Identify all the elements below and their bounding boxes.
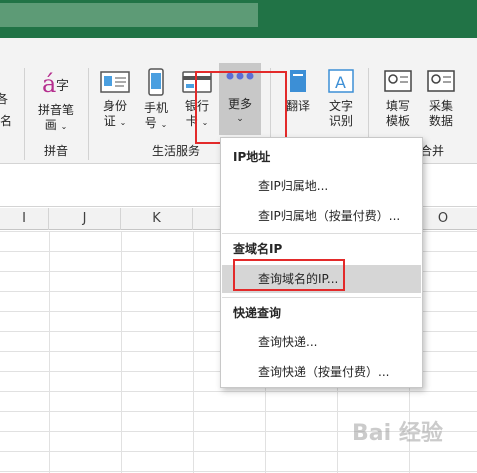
id-label-2: 证: [103, 114, 116, 128]
pinyin-label-1: 拼音笔: [37, 103, 74, 117]
translate-icon: [290, 70, 306, 92]
mobile-phone-icon: [148, 68, 164, 96]
id-label-1: 身份: [102, 99, 127, 113]
phone-label-1: 手机: [143, 101, 168, 115]
menu-item-ip-lookup[interactable]: 查IP归属地...: [222, 172, 421, 200]
watermark-logo: Bai 经验: [352, 421, 443, 446]
menu-separator: [222, 233, 421, 234]
id-card-icon: [100, 71, 130, 93]
section-ip-header: IP地址: [233, 150, 271, 164]
group-label-merge: 合并: [420, 144, 445, 158]
ocr-label-2: 识别: [328, 114, 353, 128]
template-label-1: 填写: [385, 99, 410, 113]
collect-label-2: 数据: [428, 114, 453, 128]
phone-button[interactable]: 手机 号 ⌄: [138, 68, 174, 132]
menu-item-express[interactable]: 查询快递...: [222, 328, 421, 356]
translate-label: 翻译: [285, 99, 310, 113]
id-card-button[interactable]: 身份 证 ⌄: [96, 68, 134, 130]
ocr-label-1: 文字: [328, 99, 353, 113]
annotation-box-domain: [233, 259, 345, 291]
template-icon: [384, 70, 412, 92]
text-recognition-icon: A: [328, 69, 354, 93]
fill-template-button[interactable]: 填写 模板: [378, 68, 418, 129]
collect-label-1: 采集: [428, 99, 453, 113]
group-label-life: 生活服务: [152, 144, 201, 158]
column-header[interactable]: J: [49, 208, 121, 230]
title-bar-field: [0, 3, 258, 27]
group-separator: [24, 68, 25, 160]
partial-top-label: 各: [0, 92, 9, 106]
collect-data-icon: [427, 70, 455, 92]
chevron-down-icon: ⌄: [160, 120, 168, 129]
chevron-down-icon: ⌄: [60, 122, 68, 131]
svg-text:A: A: [335, 73, 346, 92]
svg-text:字: 字: [56, 79, 69, 94]
title-bar: [0, 0, 477, 38]
section-express-header: 快递查询: [233, 306, 282, 320]
menu-separator: [222, 297, 421, 298]
menu-item-ip-lookup-paid[interactable]: 查IP归属地（按量付费）...: [222, 202, 421, 230]
phone-label-2: 号: [144, 116, 157, 130]
template-label-2: 模板: [385, 114, 410, 128]
group-separator: [88, 68, 89, 160]
column-header[interactable]: K: [121, 208, 193, 230]
chevron-down-icon: ⌄: [119, 118, 127, 127]
section-domain-header: 查域名IP: [233, 242, 283, 256]
ocr-button[interactable]: A 文字 识别: [322, 68, 360, 129]
group-label-pinyin: 拼音: [44, 144, 69, 158]
pinyin-label-2: 画: [44, 118, 57, 132]
collect-data-button[interactable]: 采集 数据: [422, 68, 460, 129]
svg-text:á: á: [42, 70, 56, 98]
menu-item-express-paid[interactable]: 查询快递（按量付费）...: [222, 358, 421, 386]
annotation-box-more: [195, 71, 287, 144]
pinyin-button[interactable]: á字 拼音笔 画 ⌄: [30, 68, 82, 134]
pinyin-icon: á字: [42, 70, 69, 98]
column-header[interactable]: I: [0, 208, 49, 230]
partial-bottom-label: 签名: [0, 114, 13, 128]
